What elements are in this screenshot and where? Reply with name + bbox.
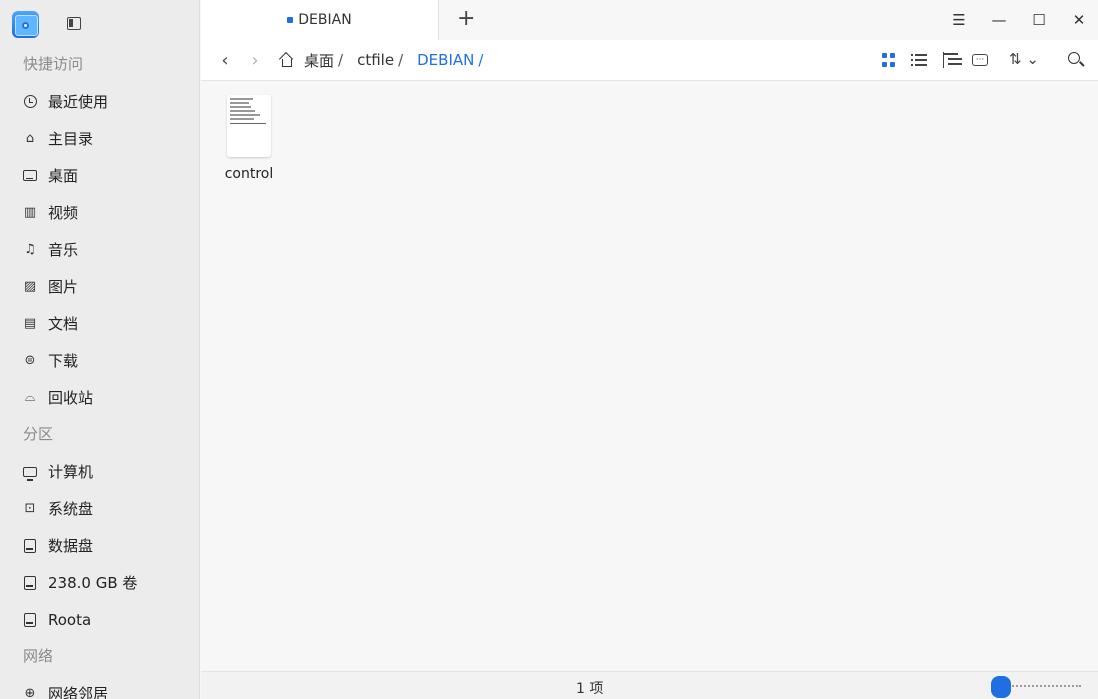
sidebar-item-desktop[interactable]: 桌面: [0, 157, 199, 194]
status-bar: 1 项: [201, 671, 1098, 699]
icon-view-icon[interactable]: [881, 52, 897, 68]
drive-icon: [22, 538, 38, 554]
sidebar-item-label: 下载: [48, 352, 79, 370]
maximize-button[interactable]: ☐: [1029, 10, 1049, 30]
active-tab-indicator-icon: [287, 17, 294, 23]
chevron-left-icon: ‹: [221, 49, 229, 71]
hamburger-menu-icon: ☰: [952, 11, 966, 29]
sidebar-item-label: 数据盘: [48, 537, 94, 555]
close-button[interactable]: ✕: [1069, 10, 1089, 30]
sidebar-item-system-disk[interactable]: ⊡ 系统盘: [0, 490, 199, 527]
drive-icon: [22, 575, 38, 591]
sidebar-item-documents[interactable]: ▤ 文档: [0, 305, 199, 342]
minimize-icon: —: [991, 11, 1007, 29]
trash-icon: ⌓: [24, 390, 36, 405]
minimize-button[interactable]: —: [989, 10, 1009, 30]
group-title-quick-access: 快捷访问: [23, 55, 84, 73]
sidebar-item-label: Roota: [48, 610, 92, 629]
item-count: 1 项: [576, 681, 604, 697]
breadcrumb-separator: /: [338, 51, 344, 69]
sidebar-toggle-icon[interactable]: [67, 17, 81, 30]
sidebar-item-label: 图片: [48, 278, 79, 296]
maximize-icon: ☐: [1032, 11, 1046, 29]
sidebar-item-network-neighbors[interactable]: ⊕ 网络邻居: [0, 675, 199, 699]
music-icon: ♫: [24, 242, 36, 257]
sidebar-item-label: 系统盘: [48, 500, 94, 518]
download-icon: ⊜: [24, 353, 36, 368]
group-title-partitions: 分区: [23, 425, 54, 443]
zoom-slider-track[interactable]: [1001, 685, 1081, 688]
tree-view-icon[interactable]: [943, 52, 959, 68]
sidebar-item-label: 音乐: [48, 241, 79, 259]
toolbar: ‹ › 桌面 / ctfile / DEBIAN / ··· ⇅ ⌄: [201, 40, 1098, 81]
clock-icon: [22, 94, 38, 110]
file-item[interactable]: control: [219, 95, 279, 182]
drive-icon: [22, 612, 38, 628]
back-button[interactable]: ‹: [215, 49, 235, 71]
breadcrumb-item-debian[interactable]: DEBIAN: [417, 51, 474, 69]
search-icon[interactable]: [1068, 52, 1080, 64]
tab-debian[interactable]: DEBIAN: [201, 0, 439, 40]
menu-button[interactable]: ☰: [949, 10, 969, 30]
file-manager-logo-icon: [12, 11, 39, 38]
sidebar-item-label: 桌面: [48, 167, 79, 185]
computer-icon: [22, 464, 38, 481]
sidebar-item-music[interactable]: ♫ 音乐: [0, 231, 199, 268]
sidebar-item-label: 最近使用: [48, 93, 109, 111]
picture-icon: ▨: [23, 279, 37, 294]
breadcrumb: 桌面 / ctfile / DEBIAN /: [279, 40, 497, 80]
sidebar-item-label: 回收站: [48, 389, 94, 407]
home-icon: ⌂: [25, 131, 35, 146]
home-icon[interactable]: [279, 53, 293, 67]
sidebar-item-downloads[interactable]: ⊜ 下载: [0, 342, 199, 379]
forward-button[interactable]: ›: [245, 49, 265, 71]
sidebar-item-label: 238.0 GB 卷: [48, 574, 138, 592]
close-icon: ✕: [1072, 11, 1086, 29]
sidebar-item-videos[interactable]: ▥ 视频: [0, 194, 199, 231]
network-icon: ⊕: [24, 686, 36, 699]
breadcrumb-separator: /: [398, 51, 404, 69]
desktop-icon: [22, 168, 38, 184]
sort-button[interactable]: ⇅ ⌄: [1009, 50, 1049, 68]
sidebar: 快捷访问 最近使用 ⌂ 主目录 桌面 ▥ 视频 ♫ 音乐 ▨ 图片 ▤ 文档 ⊜…: [0, 0, 200, 699]
sidebar-header: [0, 0, 199, 46]
breadcrumb-item-desktop[interactable]: 桌面: [304, 50, 334, 71]
more-options-icon[interactable]: ···: [972, 54, 988, 66]
title-bar: DEBIAN + ☰ — ☐ ✕: [201, 0, 1098, 40]
sidebar-item-trash[interactable]: ⌓ 回收站: [0, 379, 199, 416]
system-disk-icon: ⊡: [24, 501, 36, 516]
sidebar-item-computer[interactable]: 计算机: [0, 453, 199, 490]
sidebar-item-label: 视频: [48, 204, 79, 222]
sidebar-item-label: 文档: [48, 315, 79, 333]
sidebar-item-label: 计算机: [48, 463, 94, 481]
breadcrumb-item-ctfile[interactable]: ctfile: [357, 51, 394, 69]
sidebar-item-recent[interactable]: 最近使用: [0, 83, 199, 120]
list-view-icon[interactable]: [911, 54, 927, 70]
text-file-thumbnail-icon: [227, 95, 271, 157]
tab-label: DEBIAN: [298, 12, 352, 28]
file-view: control: [201, 81, 1098, 671]
zoom-slider-handle[interactable]: [991, 676, 1011, 698]
sidebar-item-pictures[interactable]: ▨ 图片: [0, 268, 199, 305]
sort-icon: ⇅ ⌄: [1009, 50, 1039, 68]
sidebar-item-home[interactable]: ⌂ 主目录: [0, 120, 199, 157]
breadcrumb-separator: /: [478, 51, 484, 69]
group-title-network: 网络: [23, 647, 54, 665]
sidebar-item-roota[interactable]: Roota: [0, 601, 199, 638]
video-icon: ▥: [23, 205, 37, 220]
document-icon: ▤: [23, 316, 37, 331]
sidebar-item-label: 网络邻居: [48, 685, 109, 699]
sidebar-item-volume[interactable]: 238.0 GB 卷: [0, 564, 199, 601]
sidebar-item-label: 主目录: [48, 130, 94, 148]
add-tab-button[interactable]: +: [457, 8, 475, 30]
chevron-right-icon: ›: [251, 49, 259, 71]
sidebar-item-data-disk[interactable]: 数据盘: [0, 527, 199, 564]
file-name: control: [224, 166, 274, 182]
